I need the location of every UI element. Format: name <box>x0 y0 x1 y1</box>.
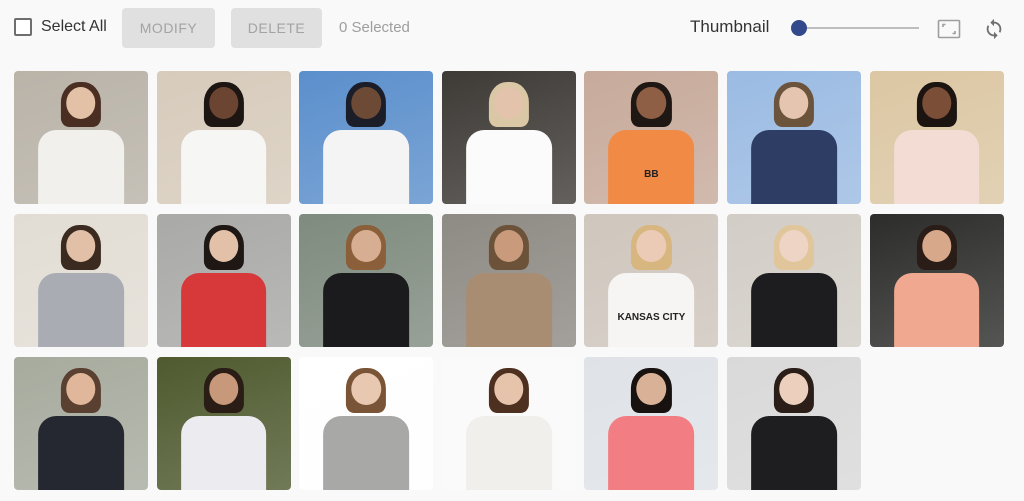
tshirt <box>323 129 410 204</box>
checkbox-box[interactable] <box>14 18 32 36</box>
tshirt <box>465 129 552 204</box>
tshirt <box>323 415 410 490</box>
tshirt <box>38 415 124 490</box>
delete-button[interactable]: DELETE <box>231 8 322 48</box>
gallery-image-tile[interactable] <box>14 214 148 347</box>
gallery-image-tile[interactable] <box>156 357 291 490</box>
gallery-image-tile[interactable] <box>299 357 434 490</box>
gallery-image-tile[interactable]: KANSAS CITY <box>584 214 719 347</box>
tshirt <box>38 272 124 347</box>
tshirt-print-text: BB <box>644 169 659 181</box>
select-all-checkbox[interactable]: Select All <box>14 18 107 36</box>
tshirt <box>323 272 410 347</box>
image-gallery: BB KANSAS CITY <box>14 71 1004 490</box>
tshirt <box>608 272 695 347</box>
slider-track <box>795 27 919 29</box>
tshirt <box>751 272 837 347</box>
gallery-image-tile[interactable] <box>299 214 434 347</box>
tshirt <box>608 415 695 490</box>
selected-count: 0 Selected <box>339 19 410 36</box>
thumbnail-size-label: Thumbnail <box>690 17 770 36</box>
gallery-image-tile[interactable] <box>726 214 861 347</box>
refresh-button[interactable] <box>982 17 1006 41</box>
refresh-icon <box>986 18 1002 40</box>
tshirt <box>180 272 267 347</box>
tshirt <box>465 272 552 347</box>
gallery-image-tile[interactable]: BB <box>584 71 719 204</box>
tshirt <box>465 415 552 490</box>
gallery-image-tile[interactable] <box>156 214 291 347</box>
gallery-image-tile[interactable] <box>869 214 1004 347</box>
gallery-image-tile[interactable] <box>726 357 861 490</box>
tshirt <box>751 129 837 204</box>
slider-handle[interactable] <box>791 20 807 36</box>
modify-button[interactable]: MODIFY <box>122 8 215 48</box>
gallery-image-tile[interactable] <box>299 71 434 204</box>
gallery-image-tile[interactable] <box>726 71 861 204</box>
gallery-image-tile[interactable] <box>441 214 576 347</box>
gallery-image-tile[interactable] <box>869 71 1004 204</box>
gallery-image-tile[interactable] <box>156 71 291 204</box>
toolbar: Select All MODIFY DELETE 0 Selected Thum… <box>0 0 1024 56</box>
tshirt <box>180 129 267 204</box>
tshirt <box>751 415 837 490</box>
gallery-image-tile[interactable] <box>14 357 148 490</box>
tshirt <box>893 272 980 347</box>
tshirt <box>38 129 124 204</box>
thumbnail-size-slider[interactable] <box>791 18 919 38</box>
tshirt <box>180 415 267 490</box>
gallery-image-tile[interactable] <box>441 71 576 204</box>
tshirt <box>608 129 695 204</box>
tshirt <box>893 129 980 204</box>
aspect-ratio-button[interactable] <box>937 17 961 41</box>
gallery-image-tile[interactable] <box>14 71 148 204</box>
aspect-ratio-icon <box>937 19 961 39</box>
gallery-image-tile[interactable] <box>584 357 719 490</box>
tshirt-print-text: KANSAS CITY <box>617 312 686 324</box>
gallery-image-tile[interactable] <box>441 357 576 490</box>
select-all-label: Select All <box>41 18 107 35</box>
